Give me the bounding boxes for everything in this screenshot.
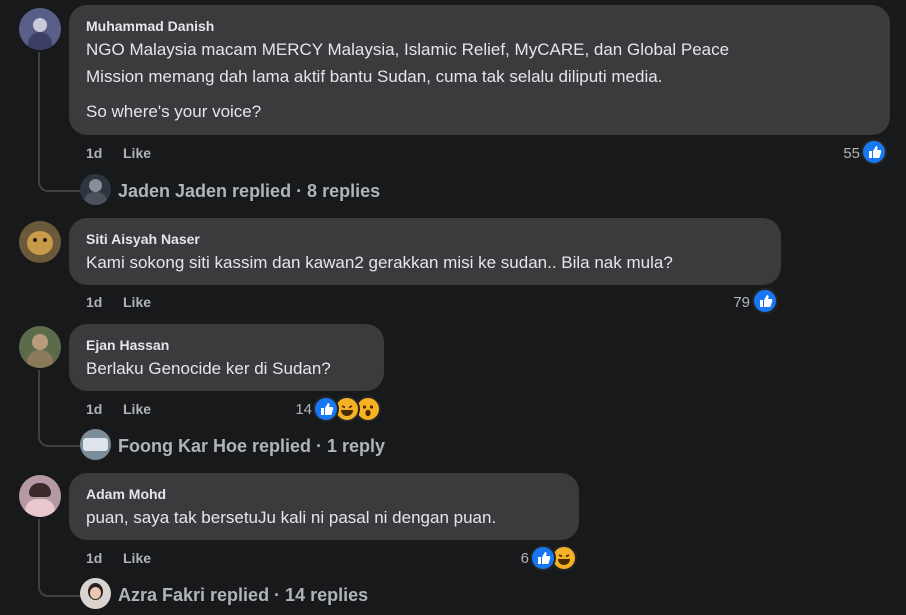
avatar[interactable] — [19, 221, 61, 263]
avatar[interactable] — [19, 475, 61, 517]
thread-line — [38, 519, 40, 575]
comment-author[interactable]: Siti Aisyah Naser — [86, 231, 200, 247]
comment-text-line: So where's your voice? — [86, 102, 262, 121]
reaction-count[interactable]: 79 — [716, 294, 750, 311]
comment-age[interactable]: 1d — [86, 294, 102, 310]
thread-elbow — [38, 170, 80, 192]
avatar[interactable] — [19, 8, 61, 50]
comment-age[interactable]: 1d — [86, 145, 102, 161]
comment-author[interactable]: Muhammad Danish — [86, 18, 214, 34]
view-replies-link[interactable]: Jaden Jaden replied · 8 replies — [118, 181, 380, 202]
like-reaction-icon[interactable] — [530, 545, 556, 571]
comment-text-line: Berlaku Genocide ker di Sudan? — [86, 359, 331, 378]
comment-text-line: Mission memang dah lama aktif bantu Suda… — [86, 67, 663, 86]
like-button[interactable]: Like — [123, 550, 151, 566]
comment-bubble: Muhammad Danish NGO Malaysia macam MERCY… — [69, 5, 890, 135]
comment-age[interactable]: 1d — [86, 550, 102, 566]
avatar[interactable] — [80, 174, 111, 205]
comment-author[interactable]: Ejan Hassan — [86, 337, 169, 353]
comment-bubble: Ejan Hassan Berlaku Genocide ker di Suda… — [69, 324, 384, 391]
like-button[interactable]: Like — [123, 294, 151, 310]
comment-author[interactable]: Adam Mohd — [86, 486, 166, 502]
avatar[interactable] — [19, 326, 61, 368]
thread-line — [38, 52, 40, 170]
comment-bubble: Siti Aisyah Naser Kami sokong siti kassi… — [69, 218, 781, 285]
thread-line — [38, 370, 40, 425]
avatar[interactable] — [80, 578, 111, 609]
reaction-count[interactable]: 55 — [826, 145, 860, 162]
comment-text-line: NGO Malaysia macam MERCY Malaysia, Islam… — [86, 40, 730, 59]
like-button[interactable]: Like — [123, 145, 151, 161]
comment-text-line: Kami sokong siti kassim dan kawan2 gerak… — [86, 253, 673, 272]
like-reaction-icon[interactable] — [752, 288, 778, 314]
like-button[interactable]: Like — [123, 401, 151, 417]
reaction-count[interactable]: 14 — [278, 401, 312, 418]
avatar[interactable] — [80, 429, 111, 460]
thread-elbow — [38, 575, 80, 597]
thread-elbow — [38, 425, 80, 447]
comment-bubble: Adam Mohd puan, saya tak bersetuJu kali … — [69, 473, 579, 540]
view-replies-link[interactable]: Azra Fakri replied · 14 replies — [118, 585, 368, 606]
like-reaction-icon[interactable] — [313, 396, 339, 422]
reaction-count[interactable]: 6 — [495, 550, 529, 567]
comment-age[interactable]: 1d — [86, 401, 102, 417]
comment-text-line: puan, saya tak bersetuJu kali ni pasal n… — [86, 508, 497, 527]
view-replies-link[interactable]: Foong Kar Hoe replied · 1 reply — [118, 436, 385, 457]
like-reaction-icon[interactable] — [861, 139, 887, 165]
